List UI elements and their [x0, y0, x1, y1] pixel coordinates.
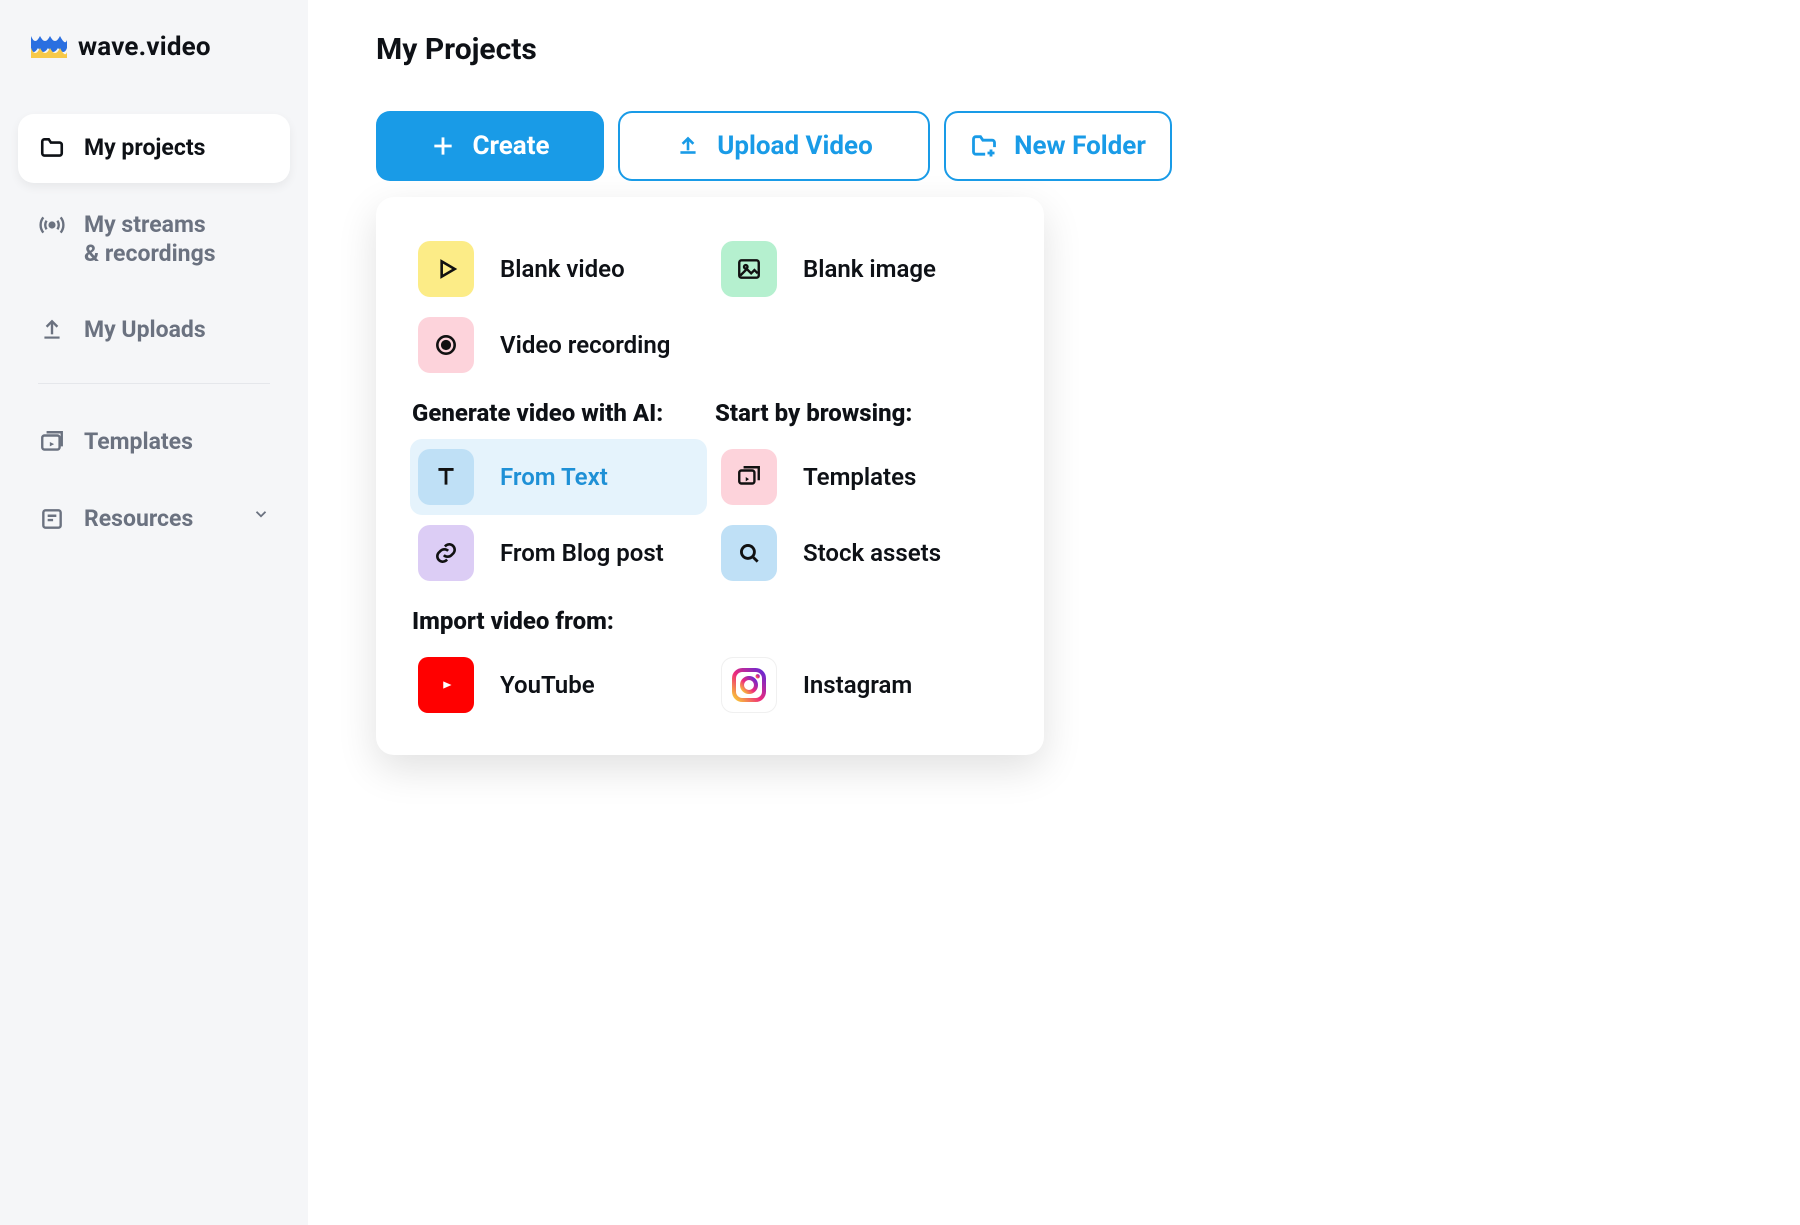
sidebar-item-label: My streams & recordings	[84, 211, 216, 269]
section-generate-ai: Generate video with AI:	[412, 399, 707, 427]
broadcast-icon	[38, 211, 66, 239]
section-start-browsing: Start by browsing:	[715, 399, 1010, 427]
option-label: From Text	[500, 463, 608, 491]
sidebar-item-my-uploads[interactable]: My Uploads	[18, 296, 290, 365]
option-label: Blank video	[500, 255, 625, 283]
sidebar-item-my-streams[interactable]: My streams & recordings	[18, 191, 290, 289]
main-content: My Projects Create Upload Video	[308, 0, 1800, 1225]
sidebar-item-resources[interactable]: Resources	[18, 485, 290, 554]
option-templates[interactable]: Templates	[713, 439, 1010, 515]
sidebar: wave.video My projects My streams & reco	[0, 0, 308, 1225]
link-icon	[418, 525, 474, 581]
option-from-blog[interactable]: From Blog post	[410, 515, 707, 591]
create-button[interactable]: Create	[376, 111, 604, 181]
folder-icon	[38, 134, 66, 162]
option-label: Video recording	[500, 331, 670, 359]
folder-plus-icon	[970, 132, 998, 160]
sidebar-item-label: Templates	[84, 428, 193, 457]
page-title: My Projects	[376, 32, 1800, 67]
option-label: Blank image	[803, 255, 936, 283]
button-label: New Folder	[1014, 131, 1146, 161]
record-icon	[418, 317, 474, 373]
resources-icon	[38, 505, 66, 533]
option-stock-assets[interactable]: Stock assets	[713, 515, 1010, 591]
image-icon	[721, 241, 777, 297]
brand-text: wave.video	[78, 32, 211, 62]
brand: wave.video	[18, 32, 290, 62]
button-label: Create	[472, 131, 549, 161]
option-instagram[interactable]: Instagram	[713, 647, 1010, 723]
sidebar-divider	[38, 383, 270, 384]
button-label: Upload Video	[717, 131, 873, 161]
section-import: Import video from:	[412, 607, 1010, 635]
option-video-recording[interactable]: Video recording	[410, 307, 707, 383]
sidebar-item-label: My projects	[84, 134, 205, 163]
option-label: Templates	[803, 463, 916, 491]
sidebar-item-templates[interactable]: Templates	[18, 408, 290, 477]
text-icon	[418, 449, 474, 505]
plus-icon	[430, 133, 456, 159]
templates-icon	[38, 428, 66, 456]
templates-icon	[721, 449, 777, 505]
option-label: YouTube	[500, 671, 595, 699]
create-dropdown-panel: Blank video Blank image Video recording	[376, 197, 1044, 755]
upload-icon	[675, 133, 701, 159]
new-folder-button[interactable]: New Folder	[944, 111, 1172, 181]
upload-icon	[38, 316, 66, 344]
wave-logo-icon	[30, 34, 68, 60]
option-label: Instagram	[803, 671, 912, 699]
play-icon	[418, 241, 474, 297]
option-blank-video[interactable]: Blank video	[410, 231, 707, 307]
upload-video-button[interactable]: Upload Video	[618, 111, 930, 181]
chevron-down-icon	[252, 505, 270, 523]
option-label: Stock assets	[803, 539, 941, 567]
instagram-icon	[721, 657, 777, 713]
sidebar-item-my-projects[interactable]: My projects	[18, 114, 290, 183]
action-row: Create Upload Video New Folder	[376, 111, 1800, 181]
sidebar-item-label: My Uploads	[84, 316, 206, 345]
option-blank-image[interactable]: Blank image	[713, 231, 1010, 307]
option-from-text[interactable]: From Text	[410, 439, 707, 515]
option-youtube[interactable]: YouTube	[410, 647, 707, 723]
youtube-icon	[418, 657, 474, 713]
nav-list: My projects My streams & recordings	[18, 114, 290, 554]
sidebar-item-label: Resources	[84, 505, 193, 534]
option-label: From Blog post	[500, 539, 664, 567]
search-icon	[721, 525, 777, 581]
